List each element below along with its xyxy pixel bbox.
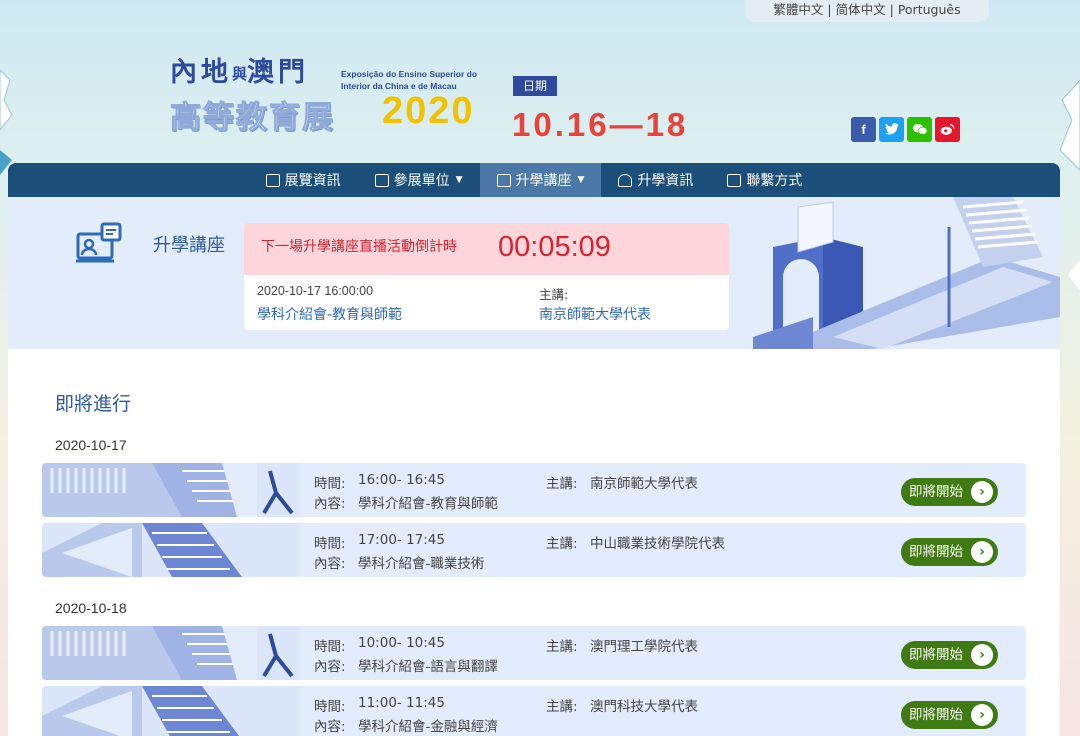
session-content: 學科介紹會-金融與經濟 — [358, 719, 498, 735]
twitter-icon[interactable] — [879, 117, 904, 142]
countdown-banner: 下一場升學講座直播活動倒計時 00:05:09 — [244, 223, 729, 275]
day-date-label: 2020-10-17 — [55, 437, 127, 453]
day-date-label: 2020-10-18 — [55, 600, 127, 616]
seminar-hero: 升學講座 下一場升學講座直播活動倒計時 00:05:09 2020-10-17 … — [8, 197, 1060, 349]
session-thumbnail — [42, 463, 300, 517]
lang-separator: | — [889, 2, 894, 17]
session-thumbnail — [42, 626, 300, 680]
time-label: 時間: — [314, 639, 346, 655]
social-links: f — [851, 117, 960, 142]
time-label: 時間: — [314, 699, 346, 715]
session-row: 時間: 17:00- 17:45 內容: 學科介紹會-職業技術 主講: 中山職業… — [42, 523, 1026, 577]
graduate-icon — [618, 173, 633, 187]
lang-separator: | — [827, 2, 832, 17]
facebook-icon[interactable]: f — [851, 117, 876, 142]
session-speaker: 澳門理工學院代表 — [590, 639, 698, 655]
session-time: 10:00- 10:45 — [358, 635, 445, 651]
presentation-icon — [496, 173, 511, 187]
content-label: 內容: — [314, 719, 346, 735]
session-time: 11:00- 11:45 — [358, 695, 445, 711]
time-label: 時間: — [314, 536, 346, 552]
left-decoration — [0, 69, 13, 175]
countdown-card: 下一場升學講座直播活動倒計時 00:05:09 2020-10-17 16:00… — [244, 223, 729, 330]
nav-exhibition-info[interactable]: 展覽資訊 — [249, 163, 358, 197]
starting-soon-button[interactable]: 即將開始 › — [901, 641, 998, 669]
session-row: 時間: 16:00- 16:45 內容: 學科介紹會-教育與師範 主講: 南京師… — [42, 463, 1026, 517]
chevron-right-icon: › — [971, 644, 993, 666]
nav-exhibitors[interactable]: 參展單位 ▼ — [358, 163, 480, 197]
content-label: 內容: — [314, 496, 346, 512]
logo-portuguese-subtitle: Exposição do Ensino Superior do Interior… — [341, 69, 478, 91]
speaker-label: 主講: — [546, 536, 578, 552]
time-label: 時間: — [314, 476, 346, 492]
session-time: 16:00- 16:45 — [358, 472, 445, 488]
session-content: 學科介紹會-語言與翻譯 — [358, 659, 498, 675]
lang-portuguese-link[interactable]: Português — [898, 2, 961, 17]
weibo-icon[interactable] — [935, 117, 960, 142]
hero-illustration — [753, 197, 1060, 349]
next-session-speaker-label: 主講: — [539, 287, 569, 302]
next-session-datetime: 2020-10-17 16:00:00 — [257, 284, 374, 298]
content-label: 內容: — [314, 659, 346, 675]
lang-traditional-link[interactable]: 繁體中文 — [773, 2, 823, 17]
nav-contact[interactable]: 聯繫方式 — [710, 163, 819, 197]
session-content: 學科介紹會-教育與師範 — [358, 496, 498, 512]
mail-icon — [727, 173, 742, 187]
session-row: 時間: 11:00- 11:45 內容: 學科介紹會-金融與經濟 主講: 澳門科… — [42, 686, 1026, 736]
caret-down-icon: ▼ — [577, 175, 585, 185]
hero-title: 升學講座 — [153, 235, 225, 256]
upcoming-section-title: 即將進行 — [55, 393, 132, 415]
chevron-right-icon: › — [971, 541, 993, 563]
grid-icon — [265, 173, 280, 187]
language-bar: 繁體中文 | 简体中文 | Português — [745, 0, 989, 22]
chevron-right-icon: › — [971, 704, 993, 726]
event-date-range: 10.16—18 — [512, 106, 689, 143]
countdown-timer: 00:05:09 — [498, 231, 611, 263]
logo-year: 2020 — [382, 90, 475, 132]
logo-title-line2: 高等教育展 — [170, 100, 335, 137]
session-thumbnail — [42, 686, 300, 736]
chevron-right-icon: › — [971, 481, 993, 503]
nav-seminars[interactable]: 升學講座 ▼ — [479, 163, 602, 197]
caret-down-icon: ▼ — [455, 175, 463, 185]
main-navbar: 展覽資訊 參展單位 ▼ 升學講座 ▼ 升學資訊 聯繫方式 — [8, 163, 1060, 197]
countdown-label: 下一場升學講座直播活動倒計時 — [261, 239, 457, 255]
session-content: 學科介紹會-職業技術 — [358, 556, 485, 572]
session-speaker: 澳門科技大學代表 — [590, 699, 698, 715]
session-thumbnail — [42, 523, 300, 577]
wechat-icon[interactable] — [907, 117, 932, 142]
speaker-label: 主講: — [546, 699, 578, 715]
right-decoration — [1059, 80, 1080, 290]
speaker-label: 主講: — [546, 639, 578, 655]
starting-soon-button[interactable]: 即將開始 › — [901, 701, 998, 729]
logo-title-line1: 內地與澳門 — [170, 57, 310, 88]
session-row: 時間: 10:00- 10:45 內容: 學科介紹會-語言與翻譯 主講: 澳門理… — [42, 626, 1026, 680]
nav-study-info[interactable]: 升學資訊 — [601, 163, 710, 197]
lang-simplified-link[interactable]: 简体中文 — [836, 2, 886, 17]
session-speaker: 南京師範大學代表 — [590, 476, 698, 492]
speaker-label: 主講: — [546, 476, 578, 492]
upcoming-sessions-panel: 即將進行 2020-10-17 時間: 16:00- 16:45 內容: 學科介… — [8, 349, 1060, 736]
search-list-icon — [374, 173, 389, 187]
starting-soon-button[interactable]: 即將開始 › — [901, 478, 998, 506]
session-time: 17:00- 17:45 — [358, 532, 445, 548]
session-speaker: 中山職業技術學院代表 — [590, 536, 725, 552]
online-seminar-icon — [76, 222, 122, 263]
date-badge: 日期 — [513, 76, 557, 96]
content-label: 內容: — [314, 556, 346, 572]
next-session-speaker-link[interactable]: 南京師範大學代表 — [539, 304, 651, 324]
next-session-topic-link[interactable]: 學科介紹會-教育與師範 — [257, 304, 402, 324]
starting-soon-button[interactable]: 即將開始 › — [901, 538, 998, 566]
